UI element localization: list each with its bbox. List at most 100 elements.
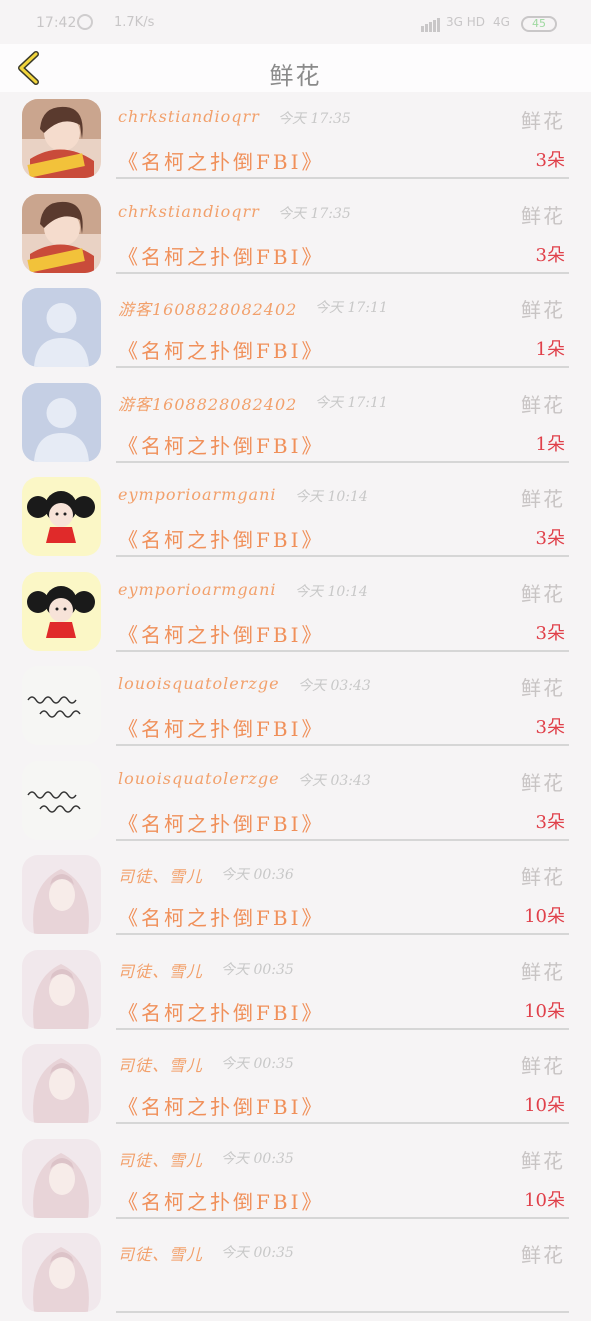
flower-count: 1朵 (535, 433, 565, 455)
list-item[interactable]: 司徒、雪儿 今天 00:35 鲜花 《名柯之扑倒FBI》 10朵 (0, 1132, 591, 1227)
gift-type-label: 鲜花 (521, 203, 565, 228)
user-name: 司徒、雪儿 (118, 961, 204, 981)
book-title: 《名柯之扑倒FBI》 (118, 433, 325, 458)
book-title: 《名柯之扑倒FBI》 (118, 1095, 325, 1119)
timestamp: 今天 00:35 (221, 1150, 294, 1167)
divider (116, 460, 569, 463)
divider (116, 744, 569, 746)
flower-count: 3朵 (535, 244, 565, 266)
list-item[interactable]: 司徒、雪儿 今天 00:35 鲜花 《名柯之扑倒FBI》 10朵 (0, 943, 591, 1038)
divider (116, 1027, 569, 1030)
timestamp: 今天 00:35 (221, 1245, 294, 1261)
flower-count: 3朵 (535, 528, 565, 549)
avatar[interactable] (22, 571, 101, 651)
book-title: 《名柯之扑倒FBI》 (118, 150, 325, 174)
book-title: 《名柯之扑倒FBI》 (118, 622, 325, 647)
avatar[interactable] (22, 382, 101, 462)
book-title: 《名柯之扑倒FBI》 (118, 811, 325, 836)
list-item[interactable]: 司徒、雪儿 今天 00:35 鲜花《名柯之扑倒FBI》 10朵 (0, 1037, 591, 1132)
gift-type-label: 鲜花 (521, 1148, 565, 1173)
flower-count: 1朵 (535, 339, 565, 360)
gift-type-label: 鲜花 (521, 676, 565, 700)
user-name: 司徒、雪儿 (118, 1245, 204, 1264)
avatar[interactable] (22, 1044, 101, 1123)
timestamp: 今天 17:35 (278, 205, 351, 222)
alarm-icon (77, 14, 93, 30)
flower-count: 3朵 (535, 622, 565, 644)
divider (116, 1311, 569, 1313)
flower-count: 10朵 (524, 1000, 565, 1022)
divider (116, 271, 569, 274)
user-name: 司徒、雪儿 (118, 1056, 204, 1075)
avatar[interactable] (22, 99, 101, 178)
timestamp: 今天 17:11 (315, 300, 388, 316)
signal-icon (421, 16, 441, 32)
gift-list: chrkstiandioqrr 今天 17:35 鲜花 《名柯之扑倒FBI》 3朵 ch… (0, 92, 591, 1321)
divider (116, 555, 569, 557)
avatar[interactable] (22, 1138, 101, 1218)
user-name: eymporioarmgani (118, 485, 277, 504)
nav-bar: 鲜花 (0, 44, 591, 92)
avatar[interactable] (22, 949, 101, 1029)
gift-type-label: 鲜花 (521, 109, 565, 133)
avatar[interactable] (22, 855, 101, 934)
avatar[interactable] (22, 477, 101, 556)
flower-count: 3朵 (535, 717, 565, 738)
flower-count: 10朵 (524, 1189, 565, 1211)
book-title: 《名柯之扑倒FBI》 (118, 528, 325, 552)
avatar[interactable] (22, 1233, 101, 1312)
book-title: 《名柯之扑倒FBI》 (118, 906, 325, 930)
list-item[interactable]: eymporioarmgani 今天 10:14 鲜花 《名柯之扑倒FBI》 3朵 (0, 565, 591, 660)
network-type-1: 3G HD (446, 15, 486, 29)
avatar[interactable] (22, 193, 101, 273)
timestamp: 今天 00:35 (221, 1056, 294, 1072)
timestamp: 今天 03:43 (298, 678, 371, 694)
user-name: chrkstiandioqrr (118, 201, 260, 221)
user-name: chrkstiandioqrr (118, 107, 260, 126)
gift-type-label: 鲜花 (521, 1054, 565, 1078)
timestamp: 今天 03:43 (298, 772, 371, 789)
user-name: 游客1608828082402 (118, 300, 298, 319)
gift-type-label: 鲜花 (521, 959, 565, 984)
status-bar: 17:42 1.7K/s 3G HD 4G 45 (0, 0, 591, 44)
divider (116, 1122, 569, 1124)
flower-count: 10朵 (524, 1095, 565, 1116)
book-title: 《名柯之扑倒FBI》 (118, 1189, 325, 1214)
book-title: 《名柯之扑倒FBI》 (118, 339, 325, 363)
user-name: louoisquatolerzge (118, 674, 280, 693)
book-title: 《名柯之扑倒FBI》 (118, 717, 325, 741)
user-name: 司徒、雪儿 (118, 867, 204, 886)
gift-type-label: 鲜花 (521, 865, 565, 889)
timestamp: 今天 17:35 (278, 111, 351, 127)
list-item[interactable]: 司徒、雪儿 今天 00:36 鲜花 《名柯之扑倒FBI》 10朵 (0, 848, 591, 943)
gift-type-label: 鲜花 (521, 581, 565, 606)
divider (116, 649, 569, 652)
avatar[interactable] (22, 288, 101, 367)
list-item[interactable]: 游客1608828082402 今天 17:11 鲜花 《名柯之扑倒FBI》 1朵 (0, 376, 591, 471)
list-item[interactable]: chrkstiandioqrr 今天 17:35 鲜花《名柯之扑倒FBI》 3朵 (0, 187, 591, 282)
avatar[interactable] (22, 666, 101, 745)
list-item[interactable]: louoisquatolerzge 今天 03:43 鲜花《名柯之扑倒FBI》 3朵 (0, 754, 591, 849)
list-item[interactable]: 游客1608828082402 今天 17:11 鲜花《名柯之扑倒FBI》 1朵 (0, 281, 591, 376)
list-item[interactable]: louoisquatolerzge 今天 03:43 鲜花《名柯之扑倒FBI》 3朵 (0, 659, 591, 754)
net-speed: 1.7K/s (114, 15, 155, 30)
list-item[interactable]: chrkstiandioqrr 今天 17:35 鲜花 《名柯之扑倒FBI》 3朵 (0, 92, 591, 187)
page-title: 鲜花 (269, 62, 322, 90)
avatar[interactable] (22, 760, 101, 840)
gift-type-label: 鲜花 (521, 392, 565, 417)
book-title: 《名柯之扑倒FBI》 (118, 1000, 325, 1025)
status-time: 17:42 (36, 15, 77, 31)
gift-type-label: 鲜花 (521, 487, 565, 511)
divider (116, 838, 569, 841)
timestamp: 今天 10:14 (295, 489, 368, 505)
list-item[interactable]: eymporioarmgani 今天 10:14 鲜花《名柯之扑倒FBI》 3朵 (0, 470, 591, 565)
gift-type-label: 鲜花 (521, 298, 565, 322)
timestamp: 今天 00:36 (221, 867, 294, 883)
list-item[interactable]: 司徒、雪儿 今天 00:35 鲜花 (0, 1226, 591, 1321)
flower-count: 3朵 (535, 811, 565, 833)
user-name: louoisquatolerzge (118, 768, 280, 788)
network-type-2: 4G (493, 15, 510, 29)
book-title: 《名柯之扑倒FBI》 (118, 244, 325, 269)
gift-type-label: 鲜花 (521, 770, 565, 795)
divider (116, 177, 569, 179)
